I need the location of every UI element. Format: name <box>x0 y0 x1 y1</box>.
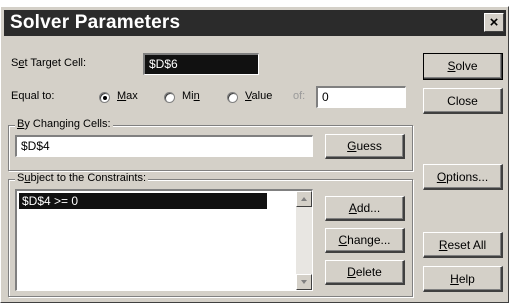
solver-dialog: Solver Parameters × Set Target Cell: $D$… <box>0 6 509 303</box>
radio-min-label[interactable]: Min <box>182 90 200 102</box>
value-of-label: of: <box>293 90 306 102</box>
constraints-list[interactable]: $D$4 >= 0 <box>15 189 313 291</box>
changing-cells-input[interactable]: $D$4 <box>15 135 313 157</box>
radio-max[interactable] <box>99 92 110 103</box>
radio-min[interactable] <box>164 92 175 103</box>
add-constraint-button[interactable]: Add... <box>325 196 405 221</box>
window-title: Solver Parameters <box>10 12 181 33</box>
radio-value-label[interactable]: Value <box>245 90 272 102</box>
options-button[interactable]: Options... <box>423 164 503 190</box>
scroll-up-button[interactable] <box>296 191 312 207</box>
scroll-down-button[interactable] <box>296 274 312 290</box>
list-item[interactable]: $D$4 >= 0 <box>19 193 267 209</box>
radio-max-label[interactable]: Max <box>117 90 138 102</box>
constraints-label: Subject to the Constraints: <box>15 172 149 184</box>
change-constraint-button[interactable]: Change... <box>325 228 405 253</box>
close-icon[interactable]: × <box>484 13 504 32</box>
radio-value[interactable] <box>227 92 238 103</box>
close-button[interactable]: Close <box>423 88 503 114</box>
title-bar: Solver Parameters × <box>4 10 506 36</box>
constraints-scrollbar[interactable] <box>296 191 312 290</box>
delete-constraint-button[interactable]: Delete <box>325 260 405 285</box>
target-cell-input[interactable]: $D$6 <box>143 53 259 75</box>
reset-all-button[interactable]: Reset All <box>423 232 503 258</box>
help-button[interactable]: Help <box>423 266 503 292</box>
solve-button[interactable]: Solve <box>423 53 503 80</box>
guess-button[interactable]: Guess <box>325 134 405 159</box>
arrow-up-icon <box>301 197 307 201</box>
target-cell-label: Set Target Cell: <box>11 57 87 69</box>
value-of-input[interactable]: 0 <box>316 86 406 108</box>
arrow-down-icon <box>301 280 307 284</box>
equal-to-label: Equal to: <box>11 90 55 102</box>
changing-cells-label: By Changing Cells: <box>15 118 113 130</box>
